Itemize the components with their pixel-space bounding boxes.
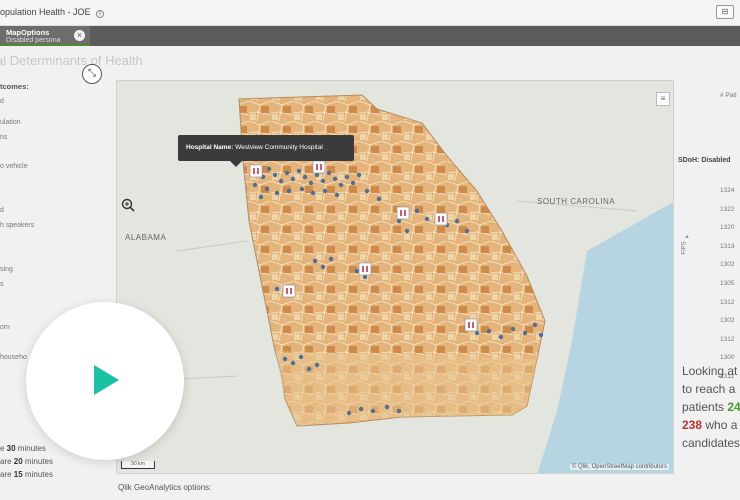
minutes-prefix: are — [0, 457, 14, 466]
fips-code[interactable]: 1322 — [720, 201, 734, 220]
selection-chip[interactable]: MapOptions Disabled persona × — [0, 26, 90, 46]
label-alabama: ALABAMA — [125, 233, 167, 242]
app-title: opulation Health - JOE i — [0, 7, 105, 18]
summary-text: Looking at to reach a patients 24 238 wh… — [682, 362, 740, 452]
left-item[interactable]: d — [0, 98, 4, 105]
info-icon[interactable]: i — [96, 10, 105, 18]
left-item[interactable]: d — [0, 207, 4, 214]
search-plus-icon[interactable] — [121, 198, 137, 214]
region-shade — [275, 351, 537, 426]
summary-line: 238 who a — [682, 416, 740, 434]
fips-code[interactable]: 1313 — [720, 238, 734, 257]
tooltip-label: Hospital Name: — [186, 144, 234, 151]
fips-code[interactable]: 1324 — [720, 182, 734, 201]
selections-bar: MapOptions Disabled persona × — [0, 26, 740, 46]
fips-axis-label: FIPS — [681, 241, 688, 255]
app-title-text: opulation Health - JOE — [0, 7, 91, 17]
summary-text-part: patients — [682, 400, 728, 414]
scale-bar: 50 km — [121, 461, 155, 469]
minutes-prefix: are — [0, 470, 14, 479]
minutes-suffix: minutes — [22, 457, 53, 466]
map-chart[interactable]: ALABAMA SOUTH CAROLINA Hospital Name: We… — [116, 80, 674, 474]
clear-selection-icon[interactable]: × — [74, 30, 85, 41]
fips-code[interactable]: 1312 — [720, 331, 734, 350]
patient-count-label: # Pati — [720, 92, 737, 99]
fips-code[interactable]: 1312 — [720, 294, 734, 313]
sheet-menu-button[interactable]: ⊟ — [716, 5, 734, 19]
minutes-row: e 30 minutes — [0, 444, 46, 453]
left-panel-header: tcomes: — [0, 82, 29, 91]
sheet-title: al Determinants of Health — [0, 53, 143, 68]
minutes-prefix: e — [0, 444, 7, 453]
minutes-suffix: minutes — [15, 444, 46, 453]
fips-list: 1324 1322 1320 1313 1302 1305 1312 1302 … — [720, 182, 734, 387]
tooltip-value: Westview Community Hospital — [235, 144, 323, 151]
sort-arrow-icon[interactable]: ▲ — [684, 234, 690, 240]
map-tooltip: Hospital Name: Westview Community Hospit… — [178, 135, 354, 167]
fips-code[interactable]: 1302 — [720, 312, 734, 331]
left-item[interactable]: ns — [0, 134, 7, 141]
summary-green-number: 24 — [727, 400, 740, 414]
minutes-row: are 20 minutes — [0, 457, 53, 466]
layers-icon[interactable]: ≡ — [656, 92, 670, 106]
expand-icon[interactable]: ⤡ — [82, 64, 102, 84]
fips-code[interactable]: 1305 — [720, 275, 734, 294]
fips-code[interactable]: 1320 — [720, 219, 734, 238]
play-icon — [94, 365, 119, 395]
left-item[interactable]: s — [0, 281, 4, 288]
left-item[interactable]: o vehicle — [0, 163, 28, 170]
right-panel: # Pati SDoH: Disabled ▲ FIPS 1324 1322 1… — [676, 80, 740, 480]
left-item[interactable]: sing — [0, 266, 13, 273]
summary-red-number: 238 — [682, 418, 703, 432]
summary-line: Looking at — [682, 364, 738, 378]
left-item[interactable]: h speakers — [0, 222, 34, 229]
left-item[interactable]: ulation — [0, 119, 21, 126]
fips-code[interactable]: 1302 — [720, 256, 734, 275]
minutes-value: 30 — [6, 444, 16, 453]
minutes-value: 15 — [13, 470, 23, 479]
minutes-row: are 15 minutes — [0, 470, 53, 479]
top-bar: opulation Health - JOE i ⊟ — [0, 0, 740, 26]
left-item[interactable]: househo — [0, 354, 27, 361]
geoanalytics-options-label: Qlik GeoAnalytics options: — [118, 483, 212, 492]
play-button[interactable] — [26, 302, 184, 460]
summary-text-part: who a — [702, 418, 738, 432]
minutes-suffix: minutes — [22, 470, 53, 479]
map-attribution: © Qlik, OpenStreetMap contributors — [569, 464, 669, 470]
minutes-value: 20 — [13, 457, 23, 466]
summary-line: patients 24 — [682, 398, 740, 416]
sdoh-label: SDoH: Disabled — [678, 157, 731, 164]
app-window: opulation Health - JOE i ⊟ MapOptions Di… — [0, 0, 740, 500]
summary-line: to reach a — [682, 382, 736, 396]
left-item[interactable]: om — [0, 324, 10, 331]
summary-line: candidates — [682, 436, 740, 450]
label-south-carolina: SOUTH CAROLINA — [537, 197, 616, 206]
